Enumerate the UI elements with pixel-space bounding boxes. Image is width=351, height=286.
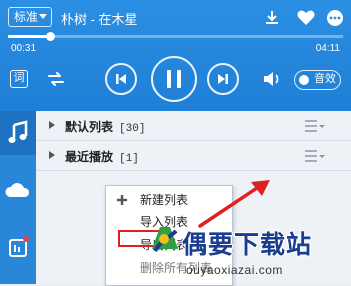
watermark: 偶要下载站 ouyaoxiazai.com [144, 217, 351, 284]
chevron-down-icon [39, 14, 47, 19]
side-rail [0, 111, 36, 284]
playlist-count: [1] [119, 153, 139, 165]
menu-item-label: 新建列表 [140, 193, 189, 207]
prev-icon [116, 74, 126, 84]
playlist-row-recent[interactable]: 最近播放 [1] [36, 141, 351, 171]
effect-label: 音效 [314, 73, 336, 85]
progress-knob[interactable] [45, 32, 55, 41]
plus-icon [117, 195, 127, 205]
watermark-logo [152, 227, 178, 253]
cloud-icon [5, 183, 30, 197]
playlist-name: 默认列表 [65, 120, 114, 134]
radio-icon [9, 236, 29, 257]
current-time: 00:31 [11, 43, 37, 54]
list-menu-icon[interactable] [305, 120, 325, 132]
lyric-button[interactable]: 词 [10, 70, 28, 88]
list-menu-icon[interactable] [305, 150, 325, 162]
lyric-label: 词 [13, 72, 25, 84]
heart-icon[interactable] [296, 8, 316, 28]
music-note-icon [8, 120, 28, 143]
watermark-url: ouyaoxiazai.com [186, 263, 283, 277]
quality-dropdown[interactable]: 标准 [8, 7, 52, 27]
expand-arrow-icon[interactable] [49, 151, 55, 159]
effect-toggle[interactable]: 音效 [294, 70, 341, 90]
pause-icon [167, 70, 181, 88]
playlist-count: [30] [119, 123, 146, 135]
pause-button[interactable] [151, 56, 197, 102]
toggle-dot [299, 74, 309, 85]
song-title: 朴树 - 在木星 [61, 12, 138, 27]
more-icon[interactable] [325, 8, 345, 28]
next-button[interactable] [207, 63, 239, 95]
repeat-icon[interactable] [46, 70, 66, 88]
player-bar: 标准 朴树 - 在木星 00:31 04:11 词 音效 [0, 0, 351, 111]
rail-item-cloud[interactable] [0, 171, 36, 215]
rail-item-music[interactable] [0, 111, 36, 155]
total-time: 04:11 [315, 43, 340, 54]
quality-label: 标准 [14, 10, 39, 24]
next-icon [218, 74, 228, 84]
watermark-title: 偶要下载站 [182, 231, 313, 259]
prev-button[interactable] [105, 63, 137, 95]
volume-icon[interactable] [262, 70, 282, 88]
playlist-name: 最近播放 [65, 150, 114, 164]
expand-arrow-icon[interactable] [49, 121, 55, 129]
progress-bar[interactable] [8, 32, 343, 41]
download-icon[interactable] [262, 8, 282, 28]
rail-item-radio[interactable] [0, 224, 36, 268]
progress-fill [8, 35, 50, 38]
playlist-row-default[interactable]: 默认列表 [30] [36, 111, 351, 141]
